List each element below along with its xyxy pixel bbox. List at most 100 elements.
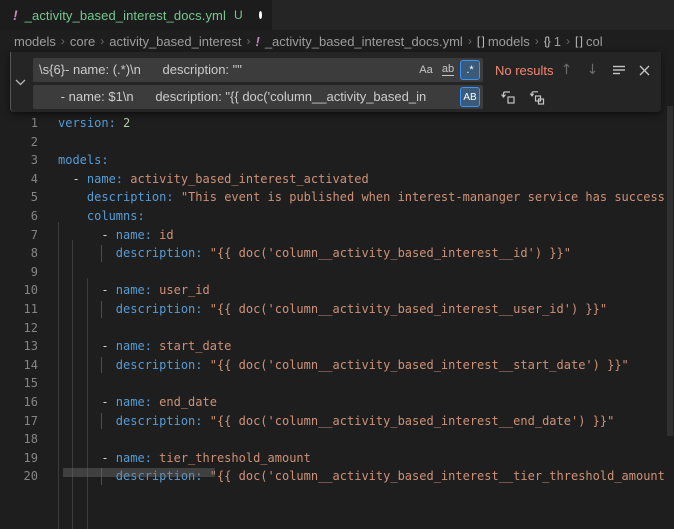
yaml-file-icon: ! [13,7,18,23]
tab-filename: _activity_based_interest_docs.yml [25,8,226,23]
code-text: - name: tier_threshold_amount [38,449,311,468]
next-match-button[interactable]: ↓ [582,60,603,81]
selection-icon [612,64,626,76]
code-line[interactable]: 19 - name: tier_threshold_amount [0,449,674,468]
code-line[interactable]: 13 - name: start_date [0,337,674,356]
editor-tab[interactable]: ! _activity_based_interest_docs.yml U [0,0,272,30]
arrow-down-icon: ↓ [587,62,599,78]
line-number: 6 [0,207,38,226]
replace-button[interactable] [497,87,518,108]
code-text: models: [38,151,109,170]
vertical-scrollbar-thumb[interactable] [667,106,673,436]
line-number: 2 [0,133,38,152]
line-number: 12 [0,319,38,338]
line-number: 3 [0,151,38,170]
code-text: - name: id [38,226,174,245]
horizontal-scrollbar-thumb[interactable] [63,468,215,477]
git-untracked-badge: U [234,8,243,22]
match-case-toggle[interactable]: Aa [416,60,436,80]
yaml-file-icon: ! [255,34,259,49]
breadcrumb-item[interactable]: models [14,34,56,49]
code-text: - name: start_date [38,337,231,356]
code-text: description: "{{ doc('column__activity_b… [38,412,614,431]
breadcrumb-label: col [586,34,603,49]
code-text: description: "{{ doc('column__activity_b… [38,244,571,263]
unsaved-changes-dot[interactable] [259,11,262,19]
find-status: No results [495,63,554,78]
breadcrumb-separator: › [535,34,539,48]
code-line[interactable]: 2 [0,133,674,152]
breadcrumb-label: core [70,34,95,49]
code-line[interactable]: 9 [0,263,674,282]
code-text: - name: user_id [38,281,210,300]
editor-pane[interactable]: 1version: 223models:4 - name: activity_b… [0,52,674,477]
breadcrumb-item[interactable]: core [70,34,95,49]
code-line[interactable]: 10 - name: user_id [0,281,674,300]
breadcrumb-separator: › [61,34,65,48]
line-number: 11 [0,300,38,319]
replace-input[interactable]: - name: $1\n description: "{{ doc('colum… [33,85,483,109]
replace-all-button[interactable] [526,87,547,108]
breadcrumb-separator: › [246,34,250,48]
line-number: 19 [0,449,38,468]
code-area: 1version: 223models:4 - name: activity_b… [0,114,674,486]
code-text: description: "{{ doc('column__activity_b… [38,300,607,319]
code-line[interactable]: 14 description: "{{ doc('column__activit… [0,356,674,375]
breadcrumb-separator: › [566,34,570,48]
code-text: version: 2 [38,114,130,133]
line-number: 9 [0,263,38,282]
indent-guide [101,301,102,318]
code-line[interactable]: 5 description: "This event is published … [0,188,674,207]
previous-match-button[interactable]: ↑ [556,60,577,81]
code-line[interactable]: 4 - name: activity_based_interest_activa… [0,170,674,189]
code-text: description: "This event is published wh… [38,188,665,207]
code-line[interactable]: 11 description: "{{ doc('column__activit… [0,300,674,319]
line-number: 5 [0,188,38,207]
replace-text: - name: $1\n description: "{{ doc('colum… [39,85,426,109]
line-number: 13 [0,337,38,356]
breadcrumb-item[interactable]: activity_based_interest [109,34,241,49]
code-text [38,263,58,282]
close-find-widget-button[interactable] [634,60,655,81]
line-number: 1 [0,114,38,133]
code-text: columns: [38,207,145,226]
breadcrumb: models › core › activity_based_interest › !_ac… [0,30,674,52]
code-text [38,430,58,449]
line-number: 16 [0,393,38,412]
line-number: 7 [0,226,38,245]
replace-all-icon [529,89,545,105]
find-input[interactable]: \s{6}- name: (.*)\n description: "" Aa a… [33,58,483,82]
code-text: description: "{{ doc('column__activity_b… [38,356,629,375]
code-line[interactable]: 7 - name: id [0,226,674,245]
breadcrumb-item[interactable]: !_activity_based_interest_docs.yml [255,34,462,49]
line-number: 8 [0,244,38,263]
find-in-selection-button[interactable] [608,60,629,81]
code-line[interactable]: 17 description: "{{ doc('column__activit… [0,412,674,431]
breadcrumb-item[interactable]: [ ] models [477,34,530,49]
symbol-icon: [ ] [477,34,484,48]
code-line[interactable]: 6 columns: [0,207,674,226]
find-replace-widget: \s{6}- name: (.*)\n description: "" Aa a… [10,52,661,112]
preserve-case-toggle[interactable]: AB [460,87,480,107]
code-line[interactable]: 12 [0,319,674,338]
breadcrumb-item[interactable]: {}1 [544,34,561,49]
code-line[interactable]: 3models: [0,151,674,170]
code-text [38,374,58,393]
toggle-replace-chevron[interactable] [11,52,30,112]
symbol-icon: {} [544,34,550,48]
code-line[interactable]: 16 - name: end_date [0,393,674,412]
arrow-up-icon: ↑ [561,62,573,78]
whole-word-toggle[interactable]: ab [438,60,458,80]
code-text: - name: activity_based_interest_activate… [38,170,369,189]
code-line[interactable]: 18 [0,430,674,449]
code-line[interactable]: 1version: 2 [0,114,674,133]
indent-guide [101,357,102,374]
line-number: 4 [0,170,38,189]
breadcrumb-item[interactable]: [ ]col [575,34,603,49]
breadcrumb-label: models [488,34,530,49]
code-line[interactable]: 15 [0,374,674,393]
tab-bar: ! _activity_based_interest_docs.yml U [0,0,674,30]
code-line[interactable]: 8 description: "{{ doc('column__activity… [0,244,674,263]
regex-toggle[interactable]: .* [460,60,480,80]
replace-icon [500,89,516,105]
